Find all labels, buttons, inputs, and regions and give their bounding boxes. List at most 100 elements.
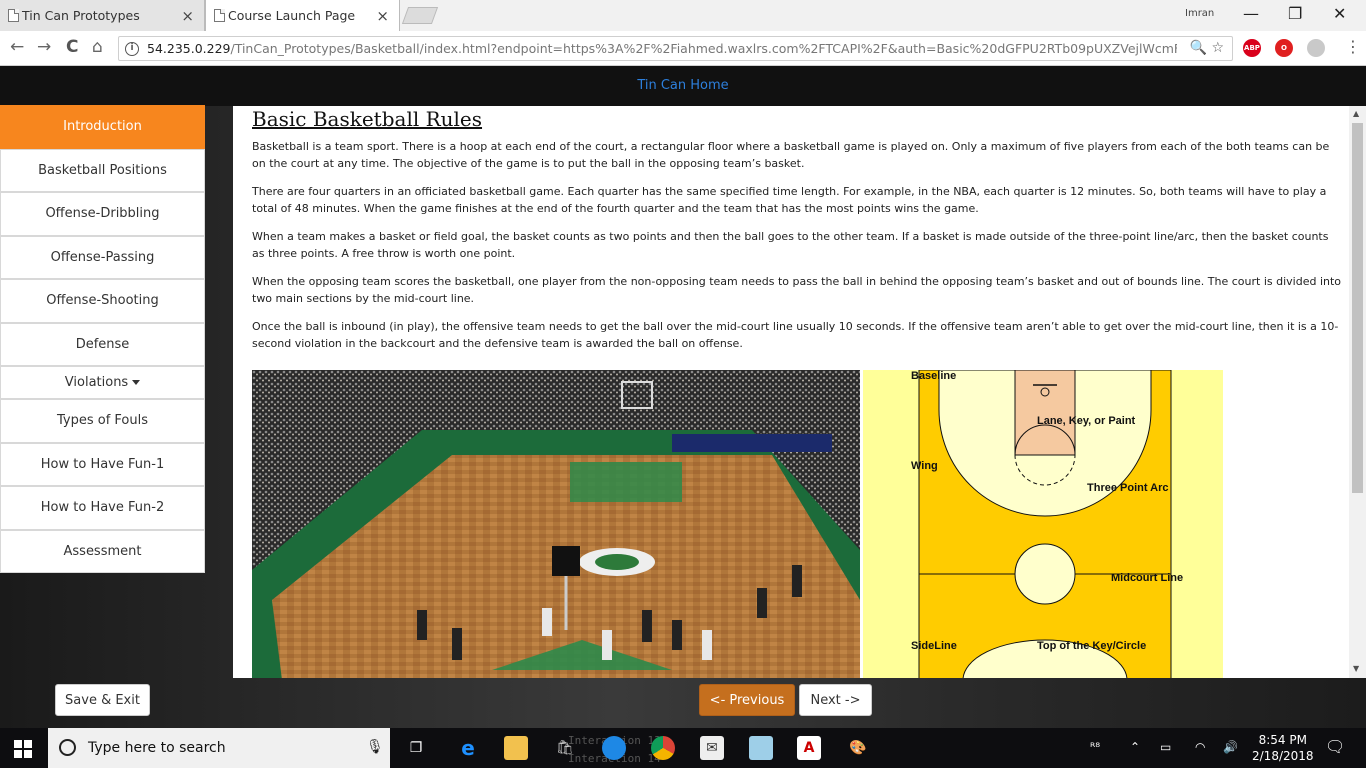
file-explorer-icon[interactable] (504, 736, 528, 760)
reload-icon[interactable]: C (66, 37, 78, 57)
sidebar-item-how-to-have-fun-1[interactable]: How to Have Fun-1 (0, 442, 205, 486)
browser-tabstrip: Tin Can Prototypes × Course Launch Page … (0, 0, 1366, 31)
url-text: 54.235.0.229/TinCan_Prototypes/Basketbal… (147, 41, 1177, 56)
sidebar-item-defense[interactable]: Defense (0, 322, 205, 366)
previous-button[interactable]: <- Previous (699, 684, 795, 716)
paragraph: When the opposing team scores the basket… (252, 275, 1342, 305)
sidebar-item-label: Offense-Shooting (46, 293, 159, 309)
opera-icon[interactable]: O (1275, 39, 1293, 57)
new-tab-button[interactable] (401, 7, 439, 24)
tab-course-launch-page[interactable]: Course Launch Page × (205, 0, 400, 31)
close-window-icon[interactable]: ✕ (1333, 4, 1346, 23)
volume-icon[interactable]: 🔊 (1223, 740, 1238, 754)
info-icon[interactable]: i (125, 42, 139, 56)
page-title: Basic Basketball Rules (252, 107, 483, 131)
three-point-arc-label: Three Point Arc (1087, 482, 1169, 494)
save-exit-button[interactable]: Save & Exit (55, 684, 150, 716)
adblock-icon[interactable]: ABP (1243, 39, 1261, 57)
cortana-icon (59, 739, 76, 756)
maximize-icon[interactable]: ❐ (1288, 4, 1302, 23)
browser-menu-icon[interactable]: ⋮ (1345, 37, 1361, 56)
zoom-and-bookmark-icons[interactable]: 🔍 ☆ (1190, 40, 1224, 56)
lane-label: Lane, Key, or Paint (1037, 415, 1136, 427)
tin-can-home-link[interactable]: Tin Can Home (0, 78, 1366, 93)
people-icon[interactable]: ᴿ⁸ (1090, 740, 1100, 754)
system-clock[interactable]: 8:54 PM 2/18/2018 (1252, 732, 1314, 764)
midcourt-line-label: Midcourt Line (1111, 572, 1184, 584)
clock-date: 2/18/2018 (1252, 749, 1314, 763)
paragraph: There are four quarters in an officiated… (252, 185, 1327, 215)
back-icon[interactable]: ← (10, 37, 24, 57)
tab-tin-can-prototypes[interactable]: Tin Can Prototypes × (0, 0, 205, 31)
sidebar-item-label: How to Have Fun-2 (40, 500, 165, 516)
top-of-key-label: Top of the Key/Circle (1037, 640, 1147, 652)
next-button[interactable]: Next -> (799, 684, 872, 716)
sidebar-item-types-of-fouls[interactable]: Types of Fouls (0, 399, 205, 443)
paint-icon[interactable]: 🎨 (846, 736, 870, 760)
windows-start-icon[interactable] (14, 740, 32, 758)
chrome-icon[interactable] (651, 736, 675, 760)
url-path: /TinCan_Prototypes/Basketball/index.html… (230, 41, 1178, 56)
course-page: Tin Can Home Introduction Basketball Posi… (0, 66, 1366, 728)
paragraph: Basketball is a team sport. There is a h… (252, 140, 1330, 170)
sidebar-item-label: Assessment (63, 543, 142, 559)
sidebar-item-assessment[interactable]: Assessment (0, 529, 205, 573)
caret-down-icon (132, 380, 141, 385)
sidebar-item-label: Types of Fouls (56, 413, 149, 429)
url-host: 54.235.0.229 (147, 41, 231, 56)
sidebar-item-offense-passing[interactable]: Offense-Passing (0, 235, 205, 279)
baseline-label: Baseline (911, 370, 957, 382)
taskbar-search-box[interactable]: Type here to search 🎙 (48, 728, 390, 768)
sidebar-item-label: Introduction (63, 119, 142, 135)
pdf-extension-icon[interactable] (1307, 39, 1325, 57)
sideline-label: SideLine (911, 640, 957, 652)
sidebar-item-basketball-positions[interactable]: Basketball Positions (0, 148, 205, 192)
scroll-up-icon[interactable]: ▲ (1353, 109, 1359, 118)
battery-icon[interactable]: ▭ (1160, 740, 1171, 754)
paragraph: Once the ball is inbound (in play), the … (252, 320, 1339, 350)
top-navbar: Tin Can Home (0, 66, 1366, 106)
sidebar-item-how-to-have-fun-2[interactable]: How to Have Fun-2 (0, 486, 205, 530)
close-tab-icon[interactable]: × (181, 7, 194, 25)
notifications-icon[interactable]: 🗨 (1325, 737, 1345, 756)
task-view-icon[interactable]: ❐ (404, 736, 428, 760)
safari-icon[interactable] (602, 736, 626, 760)
basketball-court-photo (252, 370, 860, 678)
sidebar-item-introduction[interactable]: Introduction (0, 105, 205, 149)
document-icon (214, 9, 225, 22)
notes-icon[interactable] (749, 736, 773, 760)
wing-label: Wing (911, 460, 938, 472)
clock-time: 8:54 PM (1258, 733, 1307, 747)
sidebar-item-violations[interactable]: Violations (0, 366, 205, 399)
scroll-down-icon[interactable]: ▼ (1353, 664, 1359, 673)
sidebar-item-label: Violations (64, 375, 129, 390)
sidebar-item-offense-shooting[interactable]: Offense-Shooting (0, 279, 205, 323)
forward-icon[interactable]: → (37, 37, 51, 57)
sidebar-item-label: Basketball Positions (38, 162, 167, 178)
microphone-icon[interactable]: 🎙 (366, 739, 384, 755)
tab-title: Tin Can Prototypes (22, 8, 140, 23)
browser-toolbar: ← → C ⌂ i 54.235.0.229/TinCan_Prototypes… (0, 31, 1366, 66)
edge-icon[interactable]: e (456, 736, 480, 760)
content-scrollbar[interactable]: ▲ ▼ (1349, 106, 1366, 678)
home-icon[interactable]: ⌂ (92, 37, 103, 57)
sidebar-item-label: Offense-Dribbling (45, 206, 160, 222)
sidebar-item-label: Defense (75, 336, 130, 352)
minimize-icon[interactable]: — (1243, 4, 1259, 23)
address-bar[interactable]: i 54.235.0.229/TinCan_Prototypes/Basketb… (118, 36, 1233, 61)
show-hidden-icons[interactable]: ⌃ (1130, 740, 1140, 754)
lesson-text: Basic Basketball Rules Basketball is a t… (252, 106, 1344, 352)
sidebar-item-offense-dribbling[interactable]: Offense-Dribbling (0, 192, 205, 236)
court-diagram: Baseline Lane, Key, or Paint Wing Three … (863, 370, 1223, 678)
sidebar-item-label: Offense-Passing (50, 249, 155, 265)
lesson-sidebar: Introduction Basketball Positions Offense-… (0, 105, 205, 573)
wifi-icon[interactable]: ◠ (1195, 740, 1205, 754)
acrobat-icon[interactable]: A (797, 736, 821, 760)
mail-icon[interactable]: ✉ (700, 736, 724, 760)
sidebar-item-label: How to Have Fun-1 (40, 456, 165, 472)
profile-name[interactable]: Imran (1185, 8, 1214, 19)
lesson-images: Baseline Lane, Key, or Paint Wing Three … (252, 370, 1232, 678)
scroll-thumb[interactable] (1352, 123, 1363, 493)
close-tab-icon[interactable]: × (376, 7, 389, 25)
document-icon (8, 9, 19, 22)
